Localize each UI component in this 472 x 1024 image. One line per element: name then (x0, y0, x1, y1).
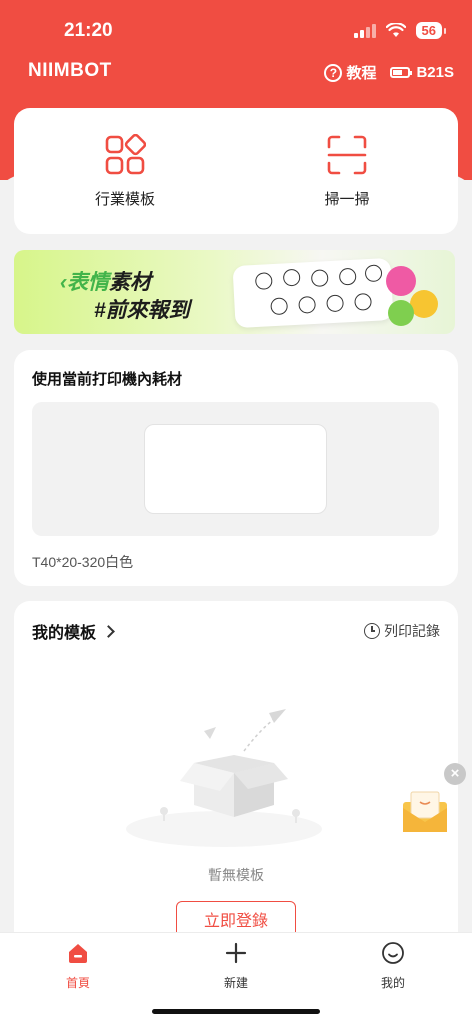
chevron-right-icon (102, 624, 115, 638)
tab-home-label: 首頁 (65, 976, 90, 990)
mail-envelope-icon[interactable] (400, 788, 450, 836)
emoji-sticker-green (388, 300, 414, 326)
home-indicator (152, 1009, 320, 1014)
sticker-sheet-illustration (232, 257, 394, 329)
device-status-button[interactable]: B21S (390, 64, 454, 81)
print-history-button[interactable]: 列印記錄 (364, 621, 440, 641)
history-icon (364, 623, 380, 639)
tab-new[interactable]: 新建 (191, 941, 281, 991)
device-battery-icon (390, 67, 413, 78)
tab-me-label: 我的 (380, 976, 405, 990)
tutorial-button[interactable]: ? 教程 (324, 62, 376, 83)
emoji-sticker-pink (386, 266, 416, 296)
template-grid-icon (105, 133, 146, 174)
label-preview-area (32, 402, 439, 536)
scan-label: 掃一掃 (324, 190, 370, 208)
brand-logo: NIIMBOT (28, 60, 112, 81)
banner-headline-black: 素材 (109, 271, 151, 294)
current-consumable-card[interactable]: 使用當前打印機內耗材 T40*20-320白色 (14, 350, 458, 586)
scan-icon (327, 135, 367, 174)
banner-headline: ‹表情素材 (60, 266, 151, 296)
home-icon (69, 944, 87, 963)
header-actions: ? 教程 B21S (324, 62, 454, 83)
banner-headline-green: ‹表情 (60, 271, 109, 294)
emoji-material-banner[interactable]: ‹表情素材 #前來報到 (14, 250, 455, 334)
scan-button[interactable]: 掃一掃 (236, 108, 458, 234)
my-templates-link[interactable]: 我的模板 (32, 619, 115, 643)
wifi-icon (385, 23, 406, 37)
profile-smile-icon (382, 942, 404, 964)
empty-templates-text: 暫無模板 (208, 867, 264, 883)
close-icon[interactable]: × (444, 763, 466, 785)
banner-subline: #前來報到 (94, 299, 190, 322)
empty-box-illustration (126, 709, 322, 847)
tab-me[interactable]: 我的 (348, 941, 438, 991)
tab-home[interactable]: 首頁 (33, 941, 123, 991)
my-templates-title: 我的模板 (32, 625, 97, 642)
help-icon: ? (324, 63, 343, 82)
app-header: NIIMBOT ? 教程 B21S (0, 58, 472, 88)
status-bar: 21:20 56 (0, 0, 472, 60)
print-history-label: 列印記錄 (384, 623, 440, 639)
status-time: 21:20 (64, 20, 113, 41)
status-icons: 56 (353, 22, 447, 39)
consumable-title: 使用當前打印機內耗材 (32, 371, 183, 388)
signal-icon (353, 23, 376, 38)
label-preview (144, 424, 327, 514)
industry-templates-label: 行業模板 (94, 190, 155, 208)
industry-templates-button[interactable]: 行業模板 (14, 108, 236, 234)
quick-actions-card: 行業模板 掃一掃 (14, 108, 458, 234)
tutorial-label: 教程 (346, 65, 377, 82)
emoji-sticker-yellow (410, 290, 438, 318)
my-templates-card: 我的模板 列印記錄 暫無模板 立即登錄 (14, 601, 458, 961)
device-name: B21S (416, 64, 454, 81)
battery-indicator: 56 (415, 22, 447, 39)
consumable-label-name: T40*20-320白色 (32, 554, 134, 570)
tab-new-label: 新建 (223, 976, 248, 990)
plus-icon (225, 942, 247, 964)
